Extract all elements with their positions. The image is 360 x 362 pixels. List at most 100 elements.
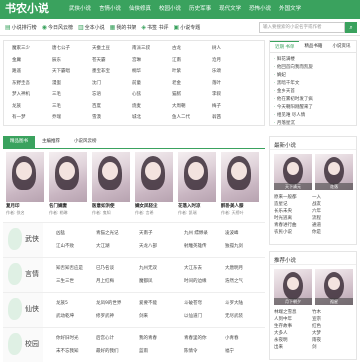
quick-link-today[interactable]: ◉ 今日风云榜 — [42, 19, 73, 35]
book-link[interactable]: 我的青春 — [139, 335, 157, 341]
quick-link-bookmarks[interactable]: ◈ 书签 书评 — [141, 19, 168, 35]
book-link[interactable]: 射雕英雄传 — [184, 243, 207, 249]
book-cover[interactable] — [6, 152, 44, 202]
book-link[interactable]: 九州无双 — [139, 265, 157, 271]
list-item[interactable]: 今天朝阳刚醒来了 — [274, 104, 352, 112]
list-item[interactable]: 大多人 大梦 — [271, 330, 350, 337]
book-title[interactable]: 复月印 — [6, 203, 20, 209]
author-tag[interactable]: 城北 — [132, 114, 141, 120]
book-link[interactable]: 九州 缥缈录 — [184, 230, 208, 236]
author-tag[interactable]: 大周朝 — [172, 103, 186, 109]
author-tag[interactable]: 心弦 — [132, 91, 141, 97]
nav-item[interactable]: 恐怖小说 — [245, 0, 275, 19]
list-item[interactable]: 永夜明 雨夜 — [271, 337, 350, 344]
book-link[interactable]: 大唐明月 — [225, 265, 243, 271]
author-tag[interactable]: 漫蚩 — [52, 80, 61, 86]
author-tag[interactable]: 苍天霸 — [92, 57, 106, 63]
book-link[interactable]: 武动乾坤 — [56, 313, 74, 319]
author-tag[interactable]: 乐颂 — [212, 68, 221, 74]
book-cover[interactable]: 天下清元 — [274, 154, 312, 190]
list-item[interactable]: 林端之雪息 竹木 — [271, 309, 350, 316]
book-link[interactable]: 最好的我们 — [96, 348, 119, 354]
book-link[interactable]: 龙族5 — [56, 300, 68, 306]
nav-item[interactable]: 历史军事 — [185, 0, 215, 19]
author-tag[interactable]: 烧麦 — [132, 103, 141, 109]
author-tag[interactable]: 梅子 — [212, 103, 221, 109]
author-tag[interactable]: 沈门 — [92, 80, 101, 86]
book-link[interactable]: 独孤九剑 — [225, 243, 243, 249]
tab-recent[interactable]: 近期 书单 — [270, 41, 300, 52]
book-link[interactable]: 知否知否应是 — [56, 265, 83, 271]
author-tag[interactable]: 老金 — [172, 80, 181, 86]
tab-hot[interactable]: 小说风云榜 — [67, 136, 104, 148]
list-item[interactable]: 青春进行曲 通道 — [271, 222, 350, 229]
author-tag[interactable]: 古龙 — [172, 45, 181, 51]
book-link[interactable]: 蓝雨 — [139, 348, 148, 354]
author-tag[interactable]: 南派三叔 — [132, 45, 150, 51]
nav-item[interactable]: 外国文学 — [275, 0, 305, 19]
search-input[interactable]: 输入要搜索的小说名字或作者 — [259, 22, 345, 33]
author-tag[interactable]: 桐华 — [132, 68, 141, 74]
book-link[interactable]: 大江湖 — [96, 243, 110, 249]
list-item[interactable]: 相见难 尽人情 — [274, 112, 352, 120]
list-item[interactable]: 时光逃离 流程 — [271, 215, 350, 222]
author-tag[interactable]: 天下霸唱 — [52, 68, 70, 74]
quick-link-shelf[interactable]: ▦ 我的书架 — [110, 19, 137, 35]
book-cover[interactable]: 孤星 — [315, 269, 353, 305]
author-tag[interactable]: 翁茜 — [212, 114, 221, 120]
book-link[interactable]: 大江东去 — [184, 265, 202, 271]
book-cover[interactable]: 花落 — [315, 154, 353, 190]
book-title[interactable]: 名门嫡妻 — [49, 203, 67, 209]
book-link[interactable]: 凶猛 — [56, 230, 65, 236]
list-item[interactable]: 出来剑 — [271, 344, 350, 351]
list-item[interactable]: 造星记 战友 — [271, 201, 350, 208]
nav-item[interactable]: 仙侠修真 — [125, 0, 155, 19]
book-link[interactable]: 已乃名谈 — [96, 265, 114, 271]
author-tag[interactable]: 天蚕土豆 — [92, 45, 110, 51]
author-tag[interactable]: 沧月 — [212, 57, 221, 63]
book-link[interactable]: 江山不败 — [56, 243, 74, 249]
book-link[interactable]: 修罗武神 — [96, 313, 114, 319]
author-tag[interactable]: 猫腻 — [172, 91, 181, 97]
tab-news[interactable]: 小说资讯 — [327, 41, 355, 52]
list-item[interactable]: 黑暗千年文 — [274, 80, 352, 88]
book-link[interactable]: 爱要不能 — [139, 300, 157, 306]
book-link[interactable]: 时间的边缘 — [184, 278, 207, 284]
author-tag[interactable]: 乔瑞 — [52, 114, 61, 120]
book-cover[interactable] — [135, 152, 173, 202]
book-link[interactable]: 后宫心计 — [96, 335, 114, 341]
author-tag[interactable]: 墨宝非宝 — [92, 68, 110, 74]
book-link[interactable]: 月上红梅 — [96, 278, 114, 284]
author-tag[interactable]: 金庸 — [12, 57, 21, 63]
book-cover[interactable] — [178, 152, 216, 202]
list-item[interactable]: 鲜花满楼 — [274, 56, 352, 64]
book-link[interactable]: 斗破苍穹 — [184, 300, 202, 306]
nav-item[interactable]: 武侠小说 — [65, 0, 95, 19]
list-item[interactable]: 生存故事 红色 — [271, 323, 350, 330]
author-tag[interactable]: 有一梦 — [12, 114, 26, 120]
author-tag[interactable]: 三毛 — [52, 91, 61, 97]
author-tag[interactable]: 龙族 — [12, 103, 21, 109]
book-link[interactable]: 末不忘我知 — [56, 348, 79, 354]
book-link[interactable]: 天龙八部 — [139, 243, 157, 249]
list-item[interactable]: 农民小说 你是 — [271, 229, 350, 236]
book-cover[interactable] — [49, 152, 87, 202]
quick-link-topics[interactable]: ▣ 小说专题 — [174, 19, 201, 35]
author-tag[interactable]: 雪漠 — [92, 114, 101, 120]
list-item[interactable]: 人到中年 宣宗 — [271, 316, 350, 323]
author-tag[interactable]: 魔家三少 — [12, 45, 30, 51]
category-label[interactable]: 校园 — [3, 328, 43, 362]
author-tag[interactable]: 鱼人二代 — [172, 114, 190, 120]
book-title[interactable]: 醉卧美人膝 — [221, 203, 244, 209]
book-title[interactable]: 嫡女凤轻尘 — [135, 203, 158, 209]
book-link[interactable]: 天南子 — [139, 230, 153, 236]
author-tag[interactable]: 落叶 — [212, 80, 221, 86]
author-tag[interactable]: 百度 — [92, 103, 101, 109]
site-logo[interactable]: 书农小说 — [5, 1, 49, 17]
author-tag[interactable]: 三毛 — [52, 103, 61, 109]
book-link[interactable]: 以仙道门 — [184, 313, 202, 319]
list-item[interactable]: 长乐未央 六年 — [271, 208, 350, 215]
author-tag[interactable]: 东野圭吾 — [12, 80, 30, 86]
author-tag[interactable]: 江南 — [172, 57, 181, 63]
book-cover[interactable]: 月下朝夕 — [274, 269, 312, 305]
